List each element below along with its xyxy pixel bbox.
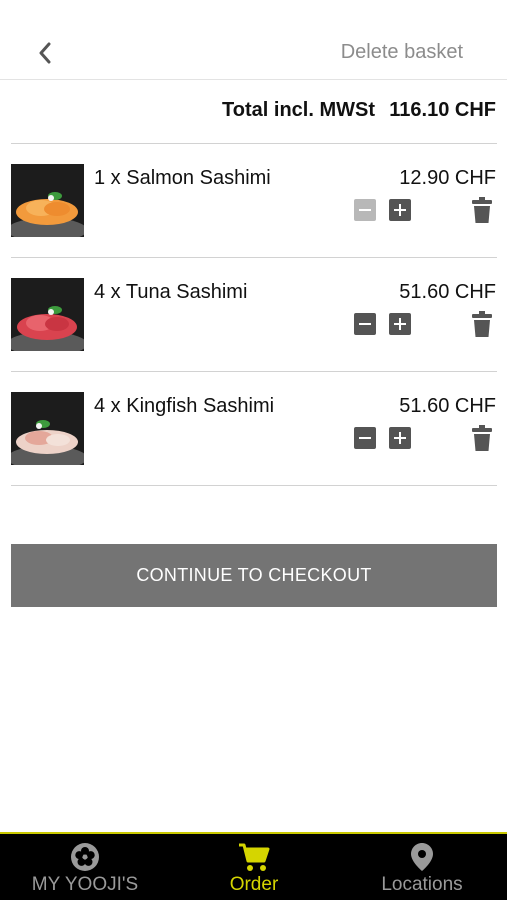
cart-icon bbox=[239, 843, 270, 871]
item-name: 4 x Tuna Sashimi bbox=[94, 281, 248, 303]
tab-locations[interactable]: Locations bbox=[347, 834, 497, 900]
basket-item: 1 x Salmon Sashimi 12.90 CHF bbox=[0, 144, 507, 258]
minus-icon bbox=[359, 323, 371, 325]
minus-icon bbox=[359, 437, 371, 439]
total-label: Total incl. MWSt bbox=[222, 99, 375, 121]
decrease-quantity-button[interactable] bbox=[354, 199, 376, 221]
trash-icon[interactable] bbox=[472, 197, 492, 223]
decrease-quantity-button[interactable] bbox=[354, 313, 376, 335]
continue-to-checkout-button[interactable]: CONTINUE TO CHECKOUT bbox=[11, 544, 497, 607]
item-price: 51.60 CHF bbox=[399, 281, 496, 303]
kingfish-sashimi-photo bbox=[11, 392, 84, 465]
back-button[interactable] bbox=[30, 36, 60, 70]
tab-label: MY YOOJI'S bbox=[31, 874, 139, 895]
tab-label: Locations bbox=[381, 874, 463, 895]
total-row: Total incl. MWSt 116.10 CHF bbox=[0, 95, 507, 129]
item-price: 51.60 CHF bbox=[399, 395, 496, 417]
tuna-sashimi-photo bbox=[11, 278, 84, 351]
tab-my-yoojis[interactable]: MY YOOJI'S bbox=[10, 834, 160, 900]
decrease-quantity-button[interactable] bbox=[354, 427, 376, 449]
basket-item: 4 x Tuna Sashimi 51.60 CHF bbox=[0, 258, 507, 372]
location-pin-icon bbox=[411, 843, 433, 871]
flower-icon bbox=[71, 843, 99, 871]
increase-quantity-button[interactable] bbox=[389, 427, 411, 449]
basket-item: 4 x Kingfish Sashimi 51.60 CHF bbox=[0, 372, 507, 486]
item-name: 4 x Kingfish Sashimi bbox=[94, 395, 275, 417]
increase-quantity-button[interactable] bbox=[389, 313, 411, 335]
divider bbox=[11, 485, 497, 486]
item-price: 12.90 CHF bbox=[399, 167, 496, 189]
header-bar: Delete basket bbox=[0, 0, 507, 80]
total-value: 116.10 CHF bbox=[389, 99, 496, 121]
salmon-sashimi-photo bbox=[11, 164, 84, 237]
delete-basket-button[interactable]: Delete basket bbox=[341, 41, 463, 64]
chevron-left-icon bbox=[39, 42, 51, 64]
trash-icon[interactable] bbox=[472, 311, 492, 337]
increase-quantity-button[interactable] bbox=[389, 199, 411, 221]
trash-icon[interactable] bbox=[472, 425, 492, 451]
item-name: 1 x Salmon Sashimi bbox=[94, 167, 271, 189]
minus-icon bbox=[359, 209, 371, 211]
tab-label: Order bbox=[229, 874, 279, 895]
tab-order[interactable]: Order bbox=[179, 834, 329, 900]
checkout-label: CONTINUE TO CHECKOUT bbox=[136, 565, 372, 585]
bottom-tab-bar: MY YOOJI'S Order Locations bbox=[0, 832, 507, 900]
